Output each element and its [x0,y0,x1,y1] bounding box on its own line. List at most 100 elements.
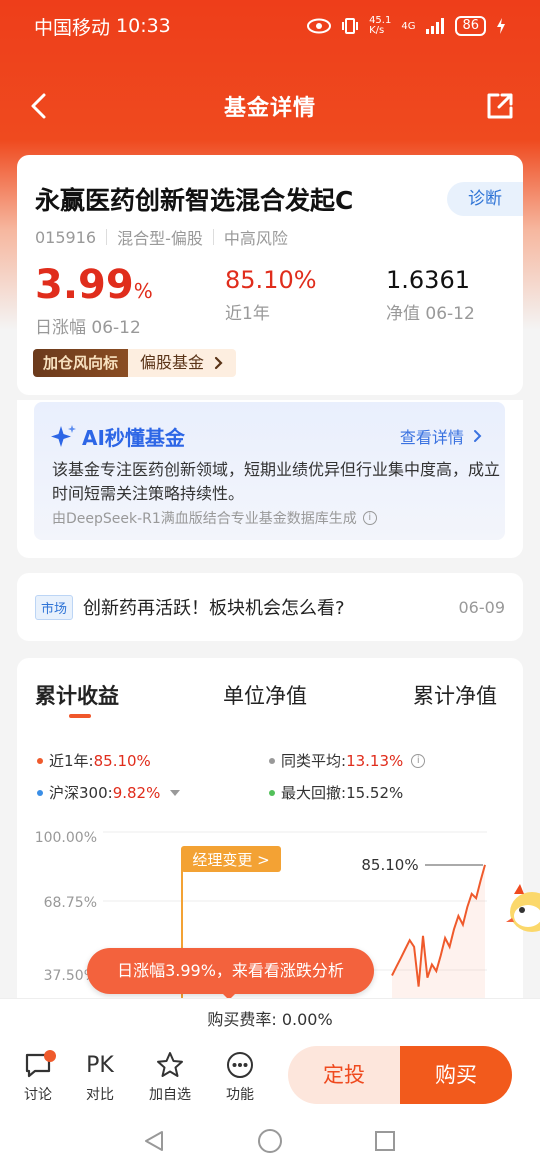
end-value-label: 85.10% [361,856,418,874]
sparkle-icon [51,424,76,447]
vibrate-icon [342,18,359,34]
buy-button[interactable]: 购买 [400,1046,512,1104]
status-bar: 中国移动 10:33 45.1 K/s 4G 86 [0,0,540,52]
change-analysis-toast[interactable]: 日涨幅3.99%，来看看涨跌分析 [87,948,374,994]
charging-icon [497,18,505,34]
legend-drawdown-value: 15.52% [346,783,404,802]
legend-dot [269,789,275,796]
chevron-right-icon [214,356,223,370]
legend-peer-value: 13.13% [346,751,404,770]
legend-dot [37,789,43,796]
chart-tabs: 累计收益 单位净值 累计净值 [17,680,523,720]
one-year-label: 近1年 [225,304,270,324]
legend-hs300-label: 沪深300: [49,784,113,802]
active-tab-indicator [69,714,91,718]
battery-level: 86 [455,16,486,36]
mascot-icon[interactable] [504,880,540,940]
pk-icon: PK [70,1048,130,1082]
legend-hs300[interactable]: 沪深300: 9.82% [37,782,181,803]
info-icon[interactable]: i [362,511,377,525]
share-icon[interactable] [484,90,516,122]
add-watchlist-label: 加自选 [149,1087,191,1103]
legend-hs300-value: 9.82% [112,783,161,802]
legend-fund: 近1年: 85.10% [37,750,151,771]
more-icon [227,1052,253,1078]
back-icon[interactable] [24,90,56,122]
nav-label: 净值 06-12 [386,304,475,324]
diagnose-button[interactable]: 诊断 [447,182,523,216]
ai-title-text: AI秒懂基金 [82,426,185,450]
daily-change-value: 3.99 [35,262,134,308]
daily-change-label: 日涨幅 06-12 [35,318,141,338]
add-watchlist-button[interactable]: 加自选 [140,1048,200,1104]
purchase-buttons: 定投 购买 [288,1046,512,1104]
back-triangle-icon[interactable] [142,1129,166,1153]
notification-dot [44,1050,56,1062]
legend-fund-value: 85.10% [93,751,151,770]
one-year-value: 85.10% [225,266,317,294]
fund-tag[interactable]: 加仓风向标 偏股基金 [33,349,237,377]
compare-label: 对比 [86,1087,114,1103]
news-tag: 市场 [35,594,74,620]
ai-detail-link[interactable]: 查看详情 [400,424,483,448]
bottom-action-bar: 讨论 PK 对比 加自选 功能 定投 购买 [0,1040,540,1110]
star-icon [157,1052,183,1077]
fee-label: 购买费率: [207,1010,282,1029]
discuss-button[interactable]: 讨论 [8,1048,68,1104]
clock: 10:33 [116,15,171,37]
chevron-right-icon [474,430,482,442]
system-nav-bar [0,1110,540,1170]
legend-dot [269,757,275,764]
page-title: 基金详情 [223,96,316,121]
fixed-invest-button[interactable]: 定投 [288,1046,400,1104]
legend-dot [37,757,43,764]
ai-title: AI秒懂基金 [50,422,185,451]
news-headline: 创新药再活跃！板块机会怎么看? [83,598,345,619]
compare-button[interactable]: PK 对比 [70,1048,130,1104]
legend-peer: 同类平均: 13.13% i [269,750,426,771]
fund-meta: 015916 混合型-偏股 中高风险 [35,225,288,249]
ai-summary-card: AI秒懂基金 查看详情 该基金专注医药创新领域，短期业绩优异但行业集中度高，成立… [17,400,523,558]
divider [106,229,108,245]
tag-light: 偏股基金 [128,349,237,377]
legend-drawdown-label: 最大回撤: [281,784,347,802]
ai-detail-link-text: 查看详情 [399,428,464,447]
nav-metric: 1.6361 净值 06-12 [386,265,475,324]
news-item[interactable]: 市场 创新药再活跃！板块机会怎么看? 06-09 [17,573,523,641]
home-circle-icon[interactable] [257,1128,283,1154]
divider [212,229,214,245]
fund-type: 混合型-偏股 [117,229,203,248]
fund-risk: 中高风险 [223,229,288,248]
discuss-label: 讨论 [24,1087,52,1103]
manager-change-text: 经理变更 > [192,851,269,869]
one-year-metric: 85.10% 近1年 [225,265,317,324]
ai-summary-text: 该基金专注医药创新领域，短期业绩优异但行业集中度高，成立时间短需关注策略持续性。 [52,460,501,503]
fund-code: 015916 [35,227,97,247]
signal-icon [426,18,445,34]
eye-icon [307,18,332,34]
nav-bar: 基金详情 [0,70,540,142]
ai-summary-panel: AI秒懂基金 查看详情 该基金专注医药创新领域，短期业绩优异但行业集中度高，成立… [34,402,505,540]
daily-change-metric: 3.99% 日涨幅 06-12 [35,263,153,338]
info-icon[interactable]: i [411,753,426,768]
ai-source: 由DeepSeek-R1满血版结合专业基金数据库生成 i [52,508,377,528]
fee-bar: 购买费率: 0.00% [0,998,540,1040]
y-tick-label: 68.75% [44,895,97,911]
legend-fund-label: 近1年: [49,752,94,770]
tab-unit-nav[interactable]: 单位净值 [223,680,307,710]
pk-icon-text: PK [86,1052,114,1078]
tab-cumulative-return[interactable]: 累计收益 [35,680,119,710]
tag-dark: 加仓风向标 [33,349,129,377]
ai-source-text: 由DeepSeek-R1满血版结合专业基金数据库生成 [52,511,357,527]
network-type: 4G [401,20,416,32]
fund-name: 永赢医药创新智选混合发起C [35,186,354,215]
functions-button[interactable]: 功能 [210,1048,270,1104]
tag-light-label: 偏股基金 [140,353,205,372]
legend-peer-label: 同类平均: [281,752,347,770]
tab-cumulative-nav[interactable]: 累计净值 [413,680,497,710]
functions-label: 功能 [226,1087,254,1103]
recents-square-icon[interactable] [373,1129,397,1153]
news-date: 06-09 [458,597,506,617]
fund-summary-card: 永赢医药创新智选混合发起C 诊断 015916 混合型-偏股 中高风险 3.99… [17,155,523,395]
net-speed-unit: K/s [369,25,385,36]
